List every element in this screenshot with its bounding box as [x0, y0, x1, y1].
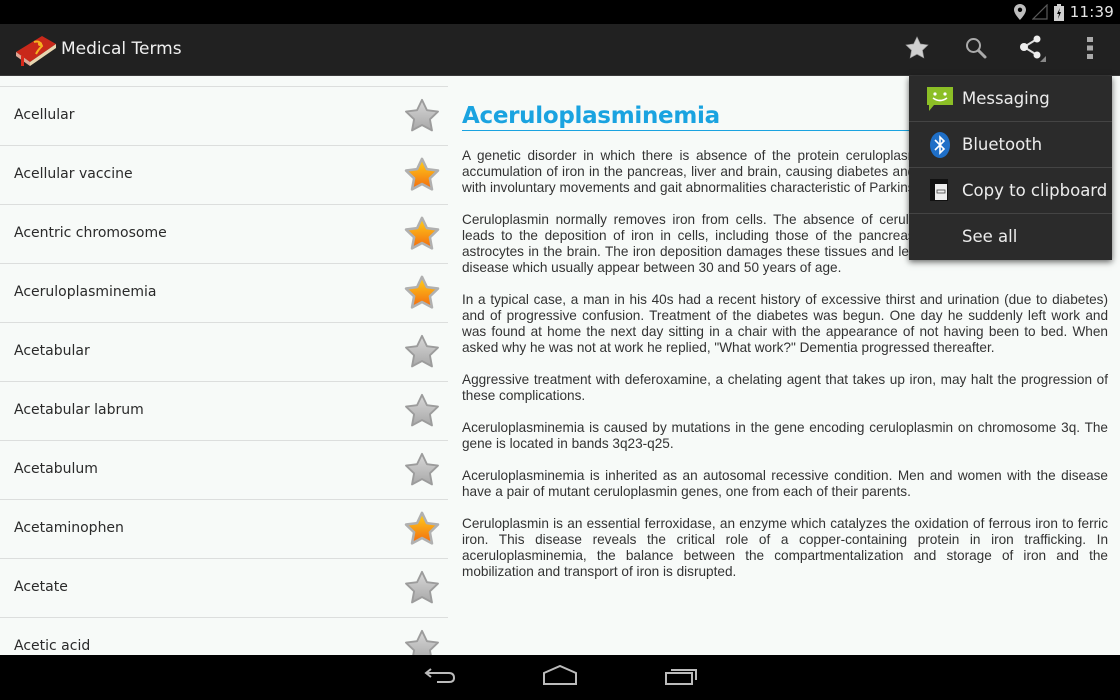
favorite-star-filled-icon[interactable] [403, 510, 441, 548]
clipboard-icon [925, 176, 955, 206]
definition-paragraph: Aggressive treatment with deferoxamine, … [462, 372, 1108, 403]
favorite-star-empty-icon[interactable] [403, 333, 441, 371]
overflow-menu-button[interactable] [1062, 24, 1118, 76]
term-label: Acetate [14, 579, 68, 595]
search-icon [964, 36, 988, 65]
term-list-item[interactable]: Acetic acid [0, 618, 448, 655]
star-icon [904, 35, 930, 66]
term-list-item[interactable]: Acetabulum [0, 441, 448, 500]
overflow-menu-icon [1085, 36, 1095, 65]
definition-paragraph: Ceruloplasmin is an essential ferroxidas… [462, 516, 1108, 579]
bluetooth-icon [925, 130, 955, 160]
share-icon [1018, 34, 1048, 67]
menu-item-label: Copy to clipboard [962, 181, 1108, 200]
share-bluetooth[interactable]: Bluetooth [909, 122, 1112, 168]
term-label: Acetabulum [14, 461, 98, 477]
term-list[interactable]: Acellular Acellular vaccine Acentric chrom… [0, 76, 448, 655]
share-button[interactable] [1005, 24, 1061, 76]
favorite-star-filled-icon[interactable] [403, 215, 441, 253]
action-bar: Medical Terms [0, 24, 1120, 76]
term-list-item[interactable]: Acetabular [0, 323, 448, 382]
home-icon [542, 664, 578, 690]
navigation-bar [0, 655, 1120, 700]
recent-apps-icon [664, 665, 698, 690]
term-list-item[interactable]: Acetate [0, 559, 448, 618]
definition-paragraph: Aceruloplasminemia is caused by mutation… [462, 420, 1108, 451]
term-label: Acentric chromosome [14, 225, 167, 241]
share-menu: Messaging Bluetooth Copy to clipboard Se… [909, 76, 1112, 260]
term-label: Acetabular labrum [14, 402, 144, 418]
status-icons: 11:39 [1013, 0, 1114, 24]
term-list-item[interactable]: Acellular [0, 87, 448, 146]
menu-item-label: See all [962, 227, 1018, 246]
share-see-all[interactable]: See all [909, 214, 1112, 260]
favorite-star-filled-icon[interactable] [403, 274, 441, 312]
term-label: Acellular [14, 107, 75, 123]
favorite-star-empty-icon[interactable] [403, 97, 441, 135]
signal-icon [1031, 4, 1048, 20]
favorite-star-empty-icon[interactable] [403, 628, 441, 655]
recent-apps-button[interactable] [651, 659, 711, 695]
term-title: Aceruloplasminemia [462, 103, 720, 129]
term-label: Aceruloplasminemia [14, 284, 157, 300]
term-label: Acetic acid [14, 638, 91, 654]
menu-item-label: Messaging [962, 89, 1050, 108]
medical-book-icon[interactable] [12, 32, 58, 68]
term-list-item[interactable]: Acellular vaccine [0, 146, 448, 205]
favorite-star-empty-icon[interactable] [403, 451, 441, 489]
favorite-star-empty-icon[interactable] [403, 392, 441, 430]
definition-paragraph: In a typical case, a man in his 40s had … [462, 292, 1108, 355]
term-list-item[interactable]: Acentric chromosome [0, 205, 448, 264]
menu-item-label: Bluetooth [962, 135, 1043, 154]
term-list-item[interactable]: Acetabular labrum [0, 382, 448, 441]
share-copy-to-clipboard[interactable]: Copy to clipboard [909, 168, 1112, 214]
back-button[interactable] [410, 659, 470, 695]
term-list-item[interactable]: Acetaminophen [0, 500, 448, 559]
favorite-star-empty-icon[interactable] [403, 569, 441, 607]
location-icon [1013, 4, 1026, 20]
term-label: Acellular vaccine [14, 166, 133, 182]
app-title: Medical Terms [61, 39, 182, 59]
home-button[interactable] [530, 659, 590, 695]
clock: 11:39 [1069, 3, 1114, 21]
share-messaging[interactable]: Messaging [909, 76, 1112, 122]
status-bar: 11:39 [0, 0, 1120, 24]
definition-paragraph: Aceruloplasminemia is inherited as an au… [462, 468, 1108, 499]
messaging-icon [925, 84, 955, 114]
search-button[interactable] [948, 24, 1004, 76]
term-list-item[interactable]: Aceruloplasminemia [0, 264, 448, 323]
term-label: Acetaminophen [14, 520, 124, 536]
favorite-star-filled-icon[interactable] [403, 156, 441, 194]
favorites-button[interactable] [889, 24, 945, 76]
battery-charging-icon [1053, 3, 1064, 21]
term-label: Acetabular [14, 343, 90, 359]
back-icon [423, 665, 457, 690]
